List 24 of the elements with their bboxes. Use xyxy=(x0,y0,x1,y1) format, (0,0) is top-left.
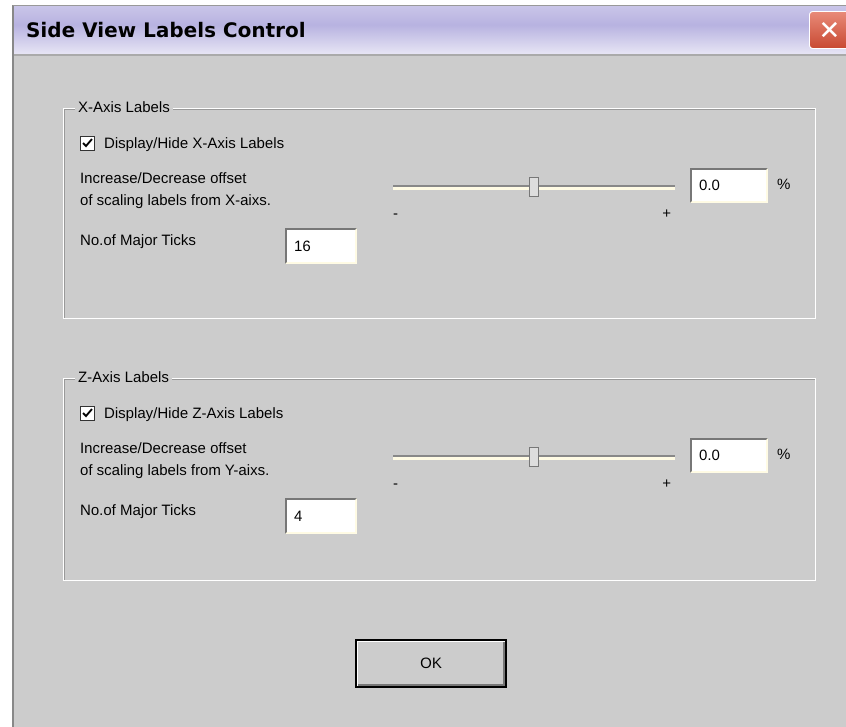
checkbox-label: Display/Hide Z-Axis Labels xyxy=(104,405,284,422)
slider-thumb[interactable] xyxy=(529,177,539,197)
checkbox[interactable] xyxy=(80,406,95,421)
unit-label: % xyxy=(777,446,790,463)
ticks-label: No.of Major Ticks xyxy=(80,232,197,249)
unit-label: % xyxy=(777,176,790,193)
offset-field[interactable]: 0.0 xyxy=(690,168,768,203)
slider-track[interactable] xyxy=(393,447,675,467)
slider-track[interactable] xyxy=(393,177,675,197)
ticks-label: No.of Major Ticks xyxy=(80,502,197,519)
offset-label: Increase/Decrease offset of scaling labels from Y-aixs. xyxy=(80,439,270,481)
offset-field[interactable]: 0.0 xyxy=(690,438,768,473)
ticks-field[interactable]: 16 xyxy=(285,228,357,264)
max-label: + xyxy=(662,205,671,222)
min-label: - xyxy=(393,205,398,222)
max-label: + xyxy=(662,475,671,492)
window-title: Side View Labels Control xyxy=(26,18,306,42)
ticks-field[interactable]: 4 xyxy=(285,498,357,534)
offset-label: Increase/Decrease offset of scaling labels from X-aixs. xyxy=(80,169,272,211)
checkbox-label: Display/Hide X-Axis Labels xyxy=(104,135,284,152)
slider-thumb[interactable] xyxy=(529,447,539,467)
checkbox[interactable] xyxy=(80,136,95,151)
ok-button[interactable]: OK xyxy=(355,639,507,688)
min-label: - xyxy=(393,475,398,492)
